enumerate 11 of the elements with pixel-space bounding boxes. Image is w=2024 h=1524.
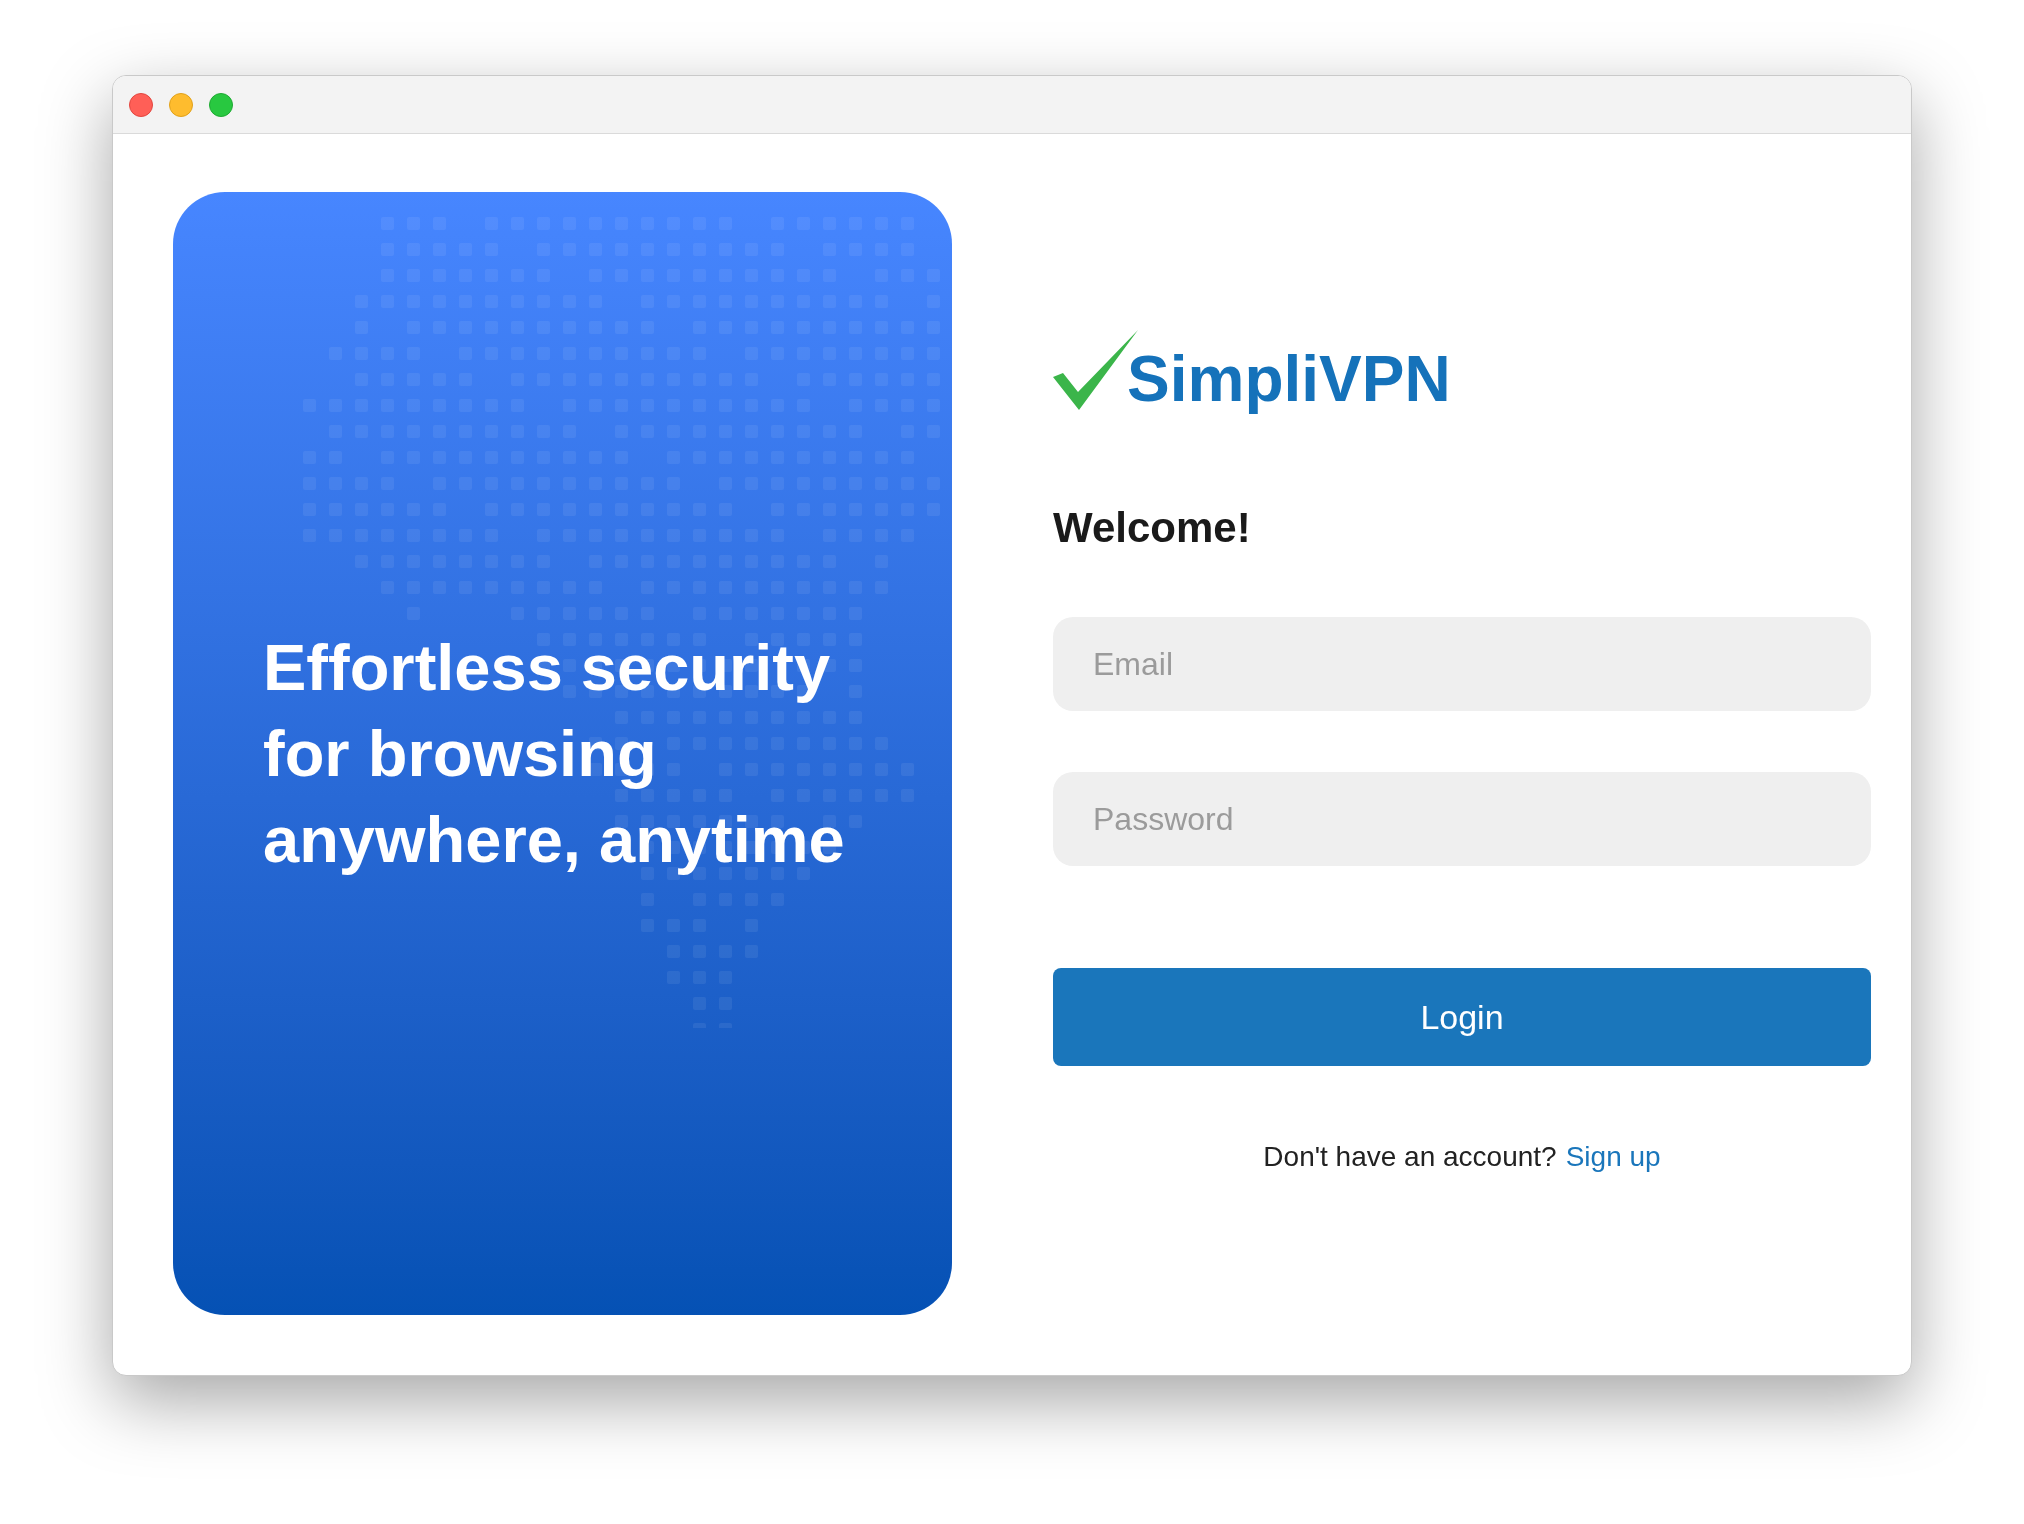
welcome-heading: Welcome! — [1053, 504, 1251, 552]
password-field[interactable]: Password — [1053, 772, 1871, 866]
signup-prompt-text: Don't have an account? — [1263, 1140, 1557, 1174]
hero-tagline: Effortless security for browsing anywhere, anytime — [263, 629, 846, 878]
email-field[interactable]: Email — [1053, 617, 1871, 711]
signup-link[interactable]: Sign up — [1565, 1140, 1661, 1174]
logo-text: SimpliVPN — [1127, 342, 1451, 416]
close-icon[interactable] — [129, 92, 153, 117]
maximize-icon[interactable] — [209, 92, 233, 117]
minimize-icon[interactable] — [169, 92, 193, 117]
login-button[interactable]: Login — [1053, 968, 1871, 1066]
